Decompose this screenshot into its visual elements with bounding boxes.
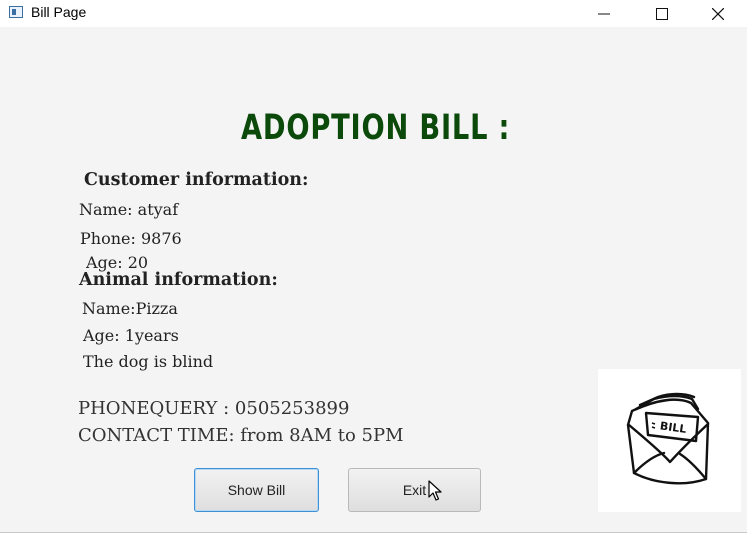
animal-note: The dog is blind bbox=[83, 352, 214, 371]
phone-query: PHONEQUERY : 0505253899 bbox=[78, 398, 350, 419]
title-bar: Bill Page bbox=[0, 0, 747, 27]
bill-icon-label: BILL bbox=[659, 419, 687, 436]
bill-envelope-image: BILL bbox=[598, 369, 741, 512]
contact-time: CONTACT TIME: from 8AM to 5PM bbox=[78, 425, 404, 446]
animal-age: Age: 1years bbox=[83, 326, 179, 345]
show-bill-button[interactable]: Show Bill bbox=[194, 468, 319, 512]
close-button[interactable] bbox=[689, 0, 747, 27]
mouse-cursor-icon bbox=[428, 480, 442, 501]
animal-name: Name:Pizza bbox=[82, 299, 178, 318]
maximize-icon bbox=[656, 7, 668, 20]
window-title: Bill Page bbox=[31, 4, 87, 20]
minimize-icon bbox=[598, 13, 610, 14]
minimize-button[interactable] bbox=[575, 0, 633, 27]
animal-section-title: Animal information: bbox=[79, 270, 278, 290]
app-window-icon bbox=[9, 6, 23, 18]
adoption-bill-heading: ADOPTION BILL : bbox=[241, 108, 511, 148]
close-icon bbox=[712, 7, 724, 20]
customer-section-title: Customer information: bbox=[84, 170, 309, 190]
customer-name: Name: atyaf bbox=[79, 200, 179, 219]
customer-phone: Phone: 9876 bbox=[80, 229, 182, 248]
bill-envelope-icon: BILL bbox=[626, 392, 710, 485]
maximize-button[interactable] bbox=[633, 0, 691, 27]
bill-page-window: Bill Page ADOPTION BILL : Customer infor… bbox=[0, 0, 747, 533]
exit-button[interactable]: Exit bbox=[348, 468, 481, 512]
